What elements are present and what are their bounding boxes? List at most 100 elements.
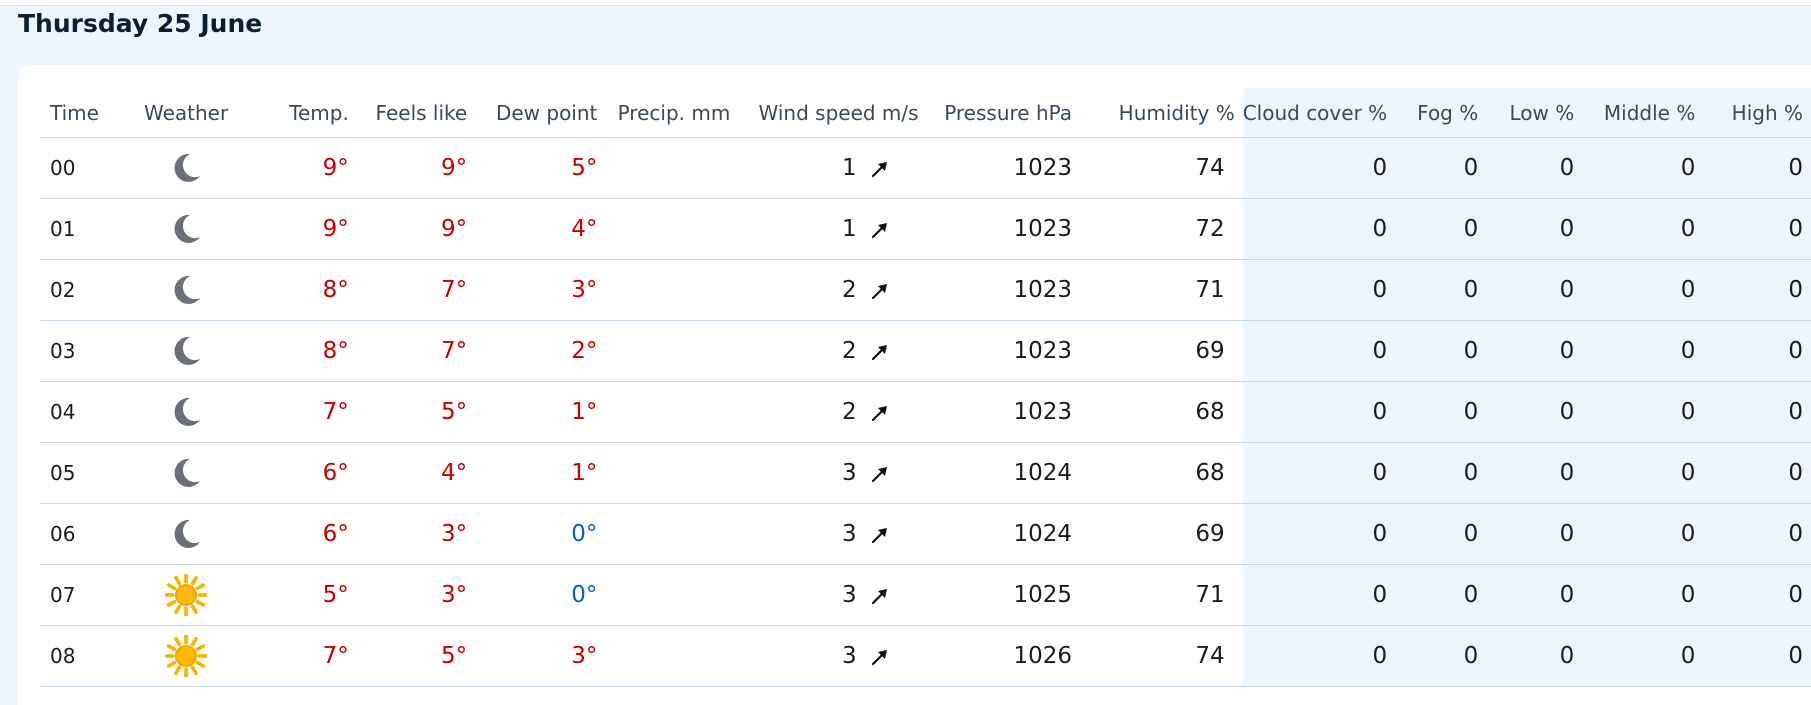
cell-cloud-cover: 0 xyxy=(1242,137,1396,199)
cell-feels-like: 5° xyxy=(356,381,476,443)
cell-temp: 6° xyxy=(233,503,357,565)
cell-dew-point: 3° xyxy=(475,259,606,321)
wind-speed-value: 2 xyxy=(841,277,857,303)
wind-speed-value: 1 xyxy=(841,216,857,242)
cell-cloud-cover: 0 xyxy=(1242,503,1396,565)
cell-dew-point: 4° xyxy=(475,198,606,260)
cell-feels-like: 7° xyxy=(356,259,476,321)
cell-time: 07 xyxy=(40,564,139,626)
cell-temp: 9° xyxy=(233,198,357,260)
wind-speed-value: 2 xyxy=(841,338,857,364)
cell-time: 04 xyxy=(40,381,139,443)
cell-cloud-cover: 0 xyxy=(1242,320,1396,382)
sun-icon xyxy=(165,574,208,616)
wind-direction-arrow-icon xyxy=(871,161,887,177)
sun-icon xyxy=(165,635,208,677)
cell-low: 0 xyxy=(1486,198,1583,260)
cell-time: 08 xyxy=(40,625,139,687)
cell-dew-point: 3° xyxy=(475,625,606,687)
cell-time: 05 xyxy=(40,442,139,504)
cell-feels-like: 9° xyxy=(356,198,476,260)
cell-middle: 0 xyxy=(1582,198,1704,260)
table-row: 01 9° 9° 4° 1 1023 72 0 0 0 0 0 xyxy=(40,198,1811,260)
moon-icon xyxy=(174,214,201,243)
cell-dew-point: 0° xyxy=(475,503,606,565)
wind-speed-value: 3 xyxy=(841,582,857,608)
cell-middle: 0 xyxy=(1582,259,1704,321)
cell-high: 0 xyxy=(1703,137,1811,199)
cell-low: 0 xyxy=(1486,442,1583,504)
cell-humidity: 74 xyxy=(1080,137,1243,199)
header-low: Low % xyxy=(1486,88,1583,138)
cell-high: 0 xyxy=(1703,320,1811,382)
cell-cloud-cover: 0 xyxy=(1242,381,1396,443)
cell-temp: 7° xyxy=(233,625,357,687)
cell-middle: 0 xyxy=(1582,564,1704,626)
cell-feels-like: 9° xyxy=(356,137,476,199)
cell-temp: 7° xyxy=(233,381,357,443)
header-temp: Temp. xyxy=(233,88,357,138)
hourly-forecast-table: Time Weather Temp. Feels like Dew point … xyxy=(40,88,1811,687)
cell-fog: 0 xyxy=(1395,137,1487,199)
table-header-row: Time Weather Temp. Feels like Dew point … xyxy=(40,88,1811,138)
cell-temp: 9° xyxy=(233,137,357,199)
header-middle: Middle % xyxy=(1582,88,1704,138)
cell-time: 02 xyxy=(40,259,139,321)
cell-pressure: 1023 xyxy=(926,381,1081,443)
cell-precip xyxy=(605,137,739,199)
cell-fog: 0 xyxy=(1395,259,1487,321)
wind-direction-arrow-icon xyxy=(871,344,887,360)
cell-temp: 6° xyxy=(233,442,357,504)
header-dew-point: Dew point xyxy=(475,88,606,138)
wind-direction-arrow-icon xyxy=(871,527,887,543)
cell-wind: 3 xyxy=(738,564,927,626)
cell-middle: 0 xyxy=(1582,442,1704,504)
cell-fog: 0 xyxy=(1395,381,1487,443)
cell-fog: 0 xyxy=(1395,442,1487,504)
cell-wind: 1 xyxy=(738,137,927,199)
cell-weather xyxy=(138,442,234,504)
cell-weather xyxy=(138,503,234,565)
cell-pressure: 1023 xyxy=(926,259,1081,321)
moon-icon xyxy=(174,275,201,304)
cell-weather xyxy=(138,625,234,687)
cell-high: 0 xyxy=(1703,259,1811,321)
cell-weather xyxy=(138,564,234,626)
cell-low: 0 xyxy=(1486,381,1583,443)
cell-pressure: 1023 xyxy=(926,320,1081,382)
cell-high: 0 xyxy=(1703,503,1811,565)
cell-weather xyxy=(138,381,234,443)
cell-temp: 5° xyxy=(233,564,357,626)
cell-humidity: 71 xyxy=(1080,564,1243,626)
top-border xyxy=(0,0,1811,6)
header-high: High % xyxy=(1703,88,1811,138)
table-row: 08 7° 5° 3° 3 1026 74 0 0 0 0 0 xyxy=(40,625,1811,687)
cell-wind: 1 xyxy=(738,198,927,260)
cell-precip xyxy=(605,320,739,382)
cell-high: 0 xyxy=(1703,442,1811,504)
moon-icon xyxy=(174,336,201,365)
cell-precip xyxy=(605,625,739,687)
moon-icon xyxy=(174,519,201,548)
cell-high: 0 xyxy=(1703,625,1811,687)
cell-dew-point: 1° xyxy=(475,381,606,443)
cell-cloud-cover: 0 xyxy=(1242,625,1396,687)
moon-icon xyxy=(174,458,201,487)
cell-high: 0 xyxy=(1703,198,1811,260)
cell-precip xyxy=(605,503,739,565)
cell-cloud-cover: 0 xyxy=(1242,259,1396,321)
cell-pressure: 1023 xyxy=(926,137,1081,199)
cell-wind: 3 xyxy=(738,503,927,565)
cell-low: 0 xyxy=(1486,320,1583,382)
cell-weather xyxy=(138,259,234,321)
cell-feels-like: 7° xyxy=(356,320,476,382)
cell-humidity: 71 xyxy=(1080,259,1243,321)
cell-low: 0 xyxy=(1486,503,1583,565)
cell-low: 0 xyxy=(1486,259,1583,321)
moon-icon xyxy=(174,397,201,426)
wind-speed-value: 3 xyxy=(841,521,857,547)
cell-temp: 8° xyxy=(233,259,357,321)
cell-dew-point: 2° xyxy=(475,320,606,382)
cell-precip xyxy=(605,442,739,504)
cell-fog: 0 xyxy=(1395,198,1487,260)
